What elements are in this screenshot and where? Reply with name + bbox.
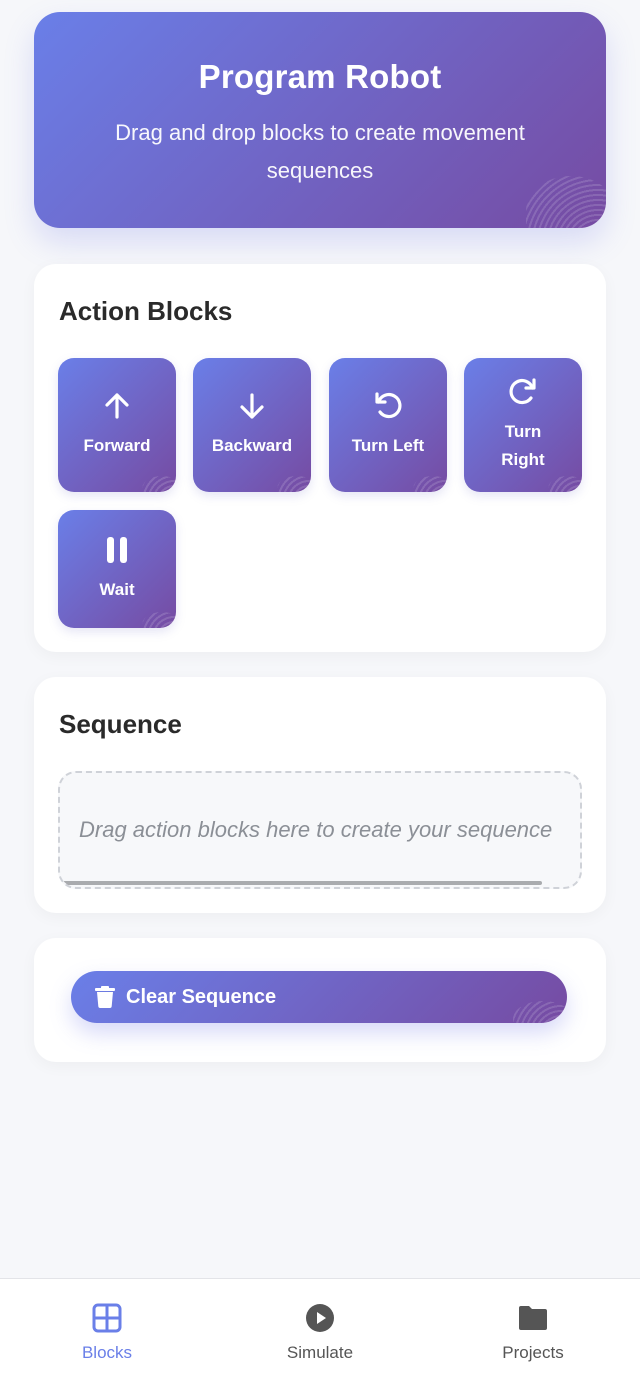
block-label: Wait: [99, 580, 135, 599]
decorative-swirl: [513, 1001, 567, 1023]
block-backward[interactable]: Backward: [193, 358, 311, 492]
tab-simulate[interactable]: Simulate: [240, 1279, 400, 1379]
pause-icon: [101, 534, 133, 566]
rotate-left-icon: [372, 390, 404, 422]
block-label: Backward: [211, 436, 293, 455]
dropzone-placeholder: Drag action blocks here to create your s…: [79, 817, 553, 842]
header-banner: Program Robot Drag and drop blocks to cr…: [34, 12, 606, 228]
horizontal-scrollbar[interactable]: [62, 881, 542, 885]
tab-label: Blocks: [81, 1343, 133, 1362]
controls-card: Clear Sequence: [34, 938, 606, 1062]
block-label: Turn Right: [501, 422, 545, 469]
folder-icon: [518, 1303, 548, 1333]
clear-sequence-label: Clear Sequence: [126, 985, 277, 1008]
decorative-swirl: [277, 476, 311, 492]
block-forward[interactable]: Forward: [58, 358, 176, 492]
action-blocks-title: Action Blocks: [59, 296, 233, 326]
grid-icon: [92, 1303, 122, 1333]
decorative-swirl: [142, 612, 176, 628]
arrow-up-icon: [101, 390, 133, 422]
action-blocks-card: Action Blocks Forward Backward Turn Left: [34, 264, 606, 652]
block-label: Turn Left: [351, 436, 425, 455]
play-circle-icon: [305, 1303, 335, 1333]
block-wait[interactable]: Wait: [58, 510, 176, 628]
arrow-down-icon: [236, 390, 268, 422]
block-label: Forward: [83, 436, 151, 455]
sequence-dropzone[interactable]: Drag action blocks here to create your s…: [58, 771, 582, 889]
clear-sequence-button[interactable]: Clear Sequence: [71, 971, 567, 1023]
bottom-tab-bar: Blocks Simulate Projects: [0, 1278, 640, 1387]
trash-icon: [95, 986, 115, 1008]
sequence-title: Sequence: [59, 709, 182, 739]
rotate-right-icon: [507, 376, 539, 408]
block-turn-left[interactable]: Turn Left: [329, 358, 447, 492]
decorative-swirl: [413, 476, 447, 492]
decorative-swirl: [142, 476, 176, 492]
tab-label: Projects: [502, 1343, 564, 1362]
tab-label: Simulate: [286, 1343, 354, 1362]
page-title: Program Robot: [198, 58, 442, 95]
page-subtitle: Drag and drop blocks to create movement …: [115, 120, 525, 183]
tab-projects[interactable]: Projects: [453, 1279, 613, 1379]
sequence-card: Sequence Drag action blocks here to crea…: [34, 677, 606, 913]
tab-blocks[interactable]: Blocks: [27, 1279, 187, 1379]
block-turn-right[interactable]: Turn Right: [464, 358, 582, 492]
decorative-swirl: [548, 476, 582, 492]
